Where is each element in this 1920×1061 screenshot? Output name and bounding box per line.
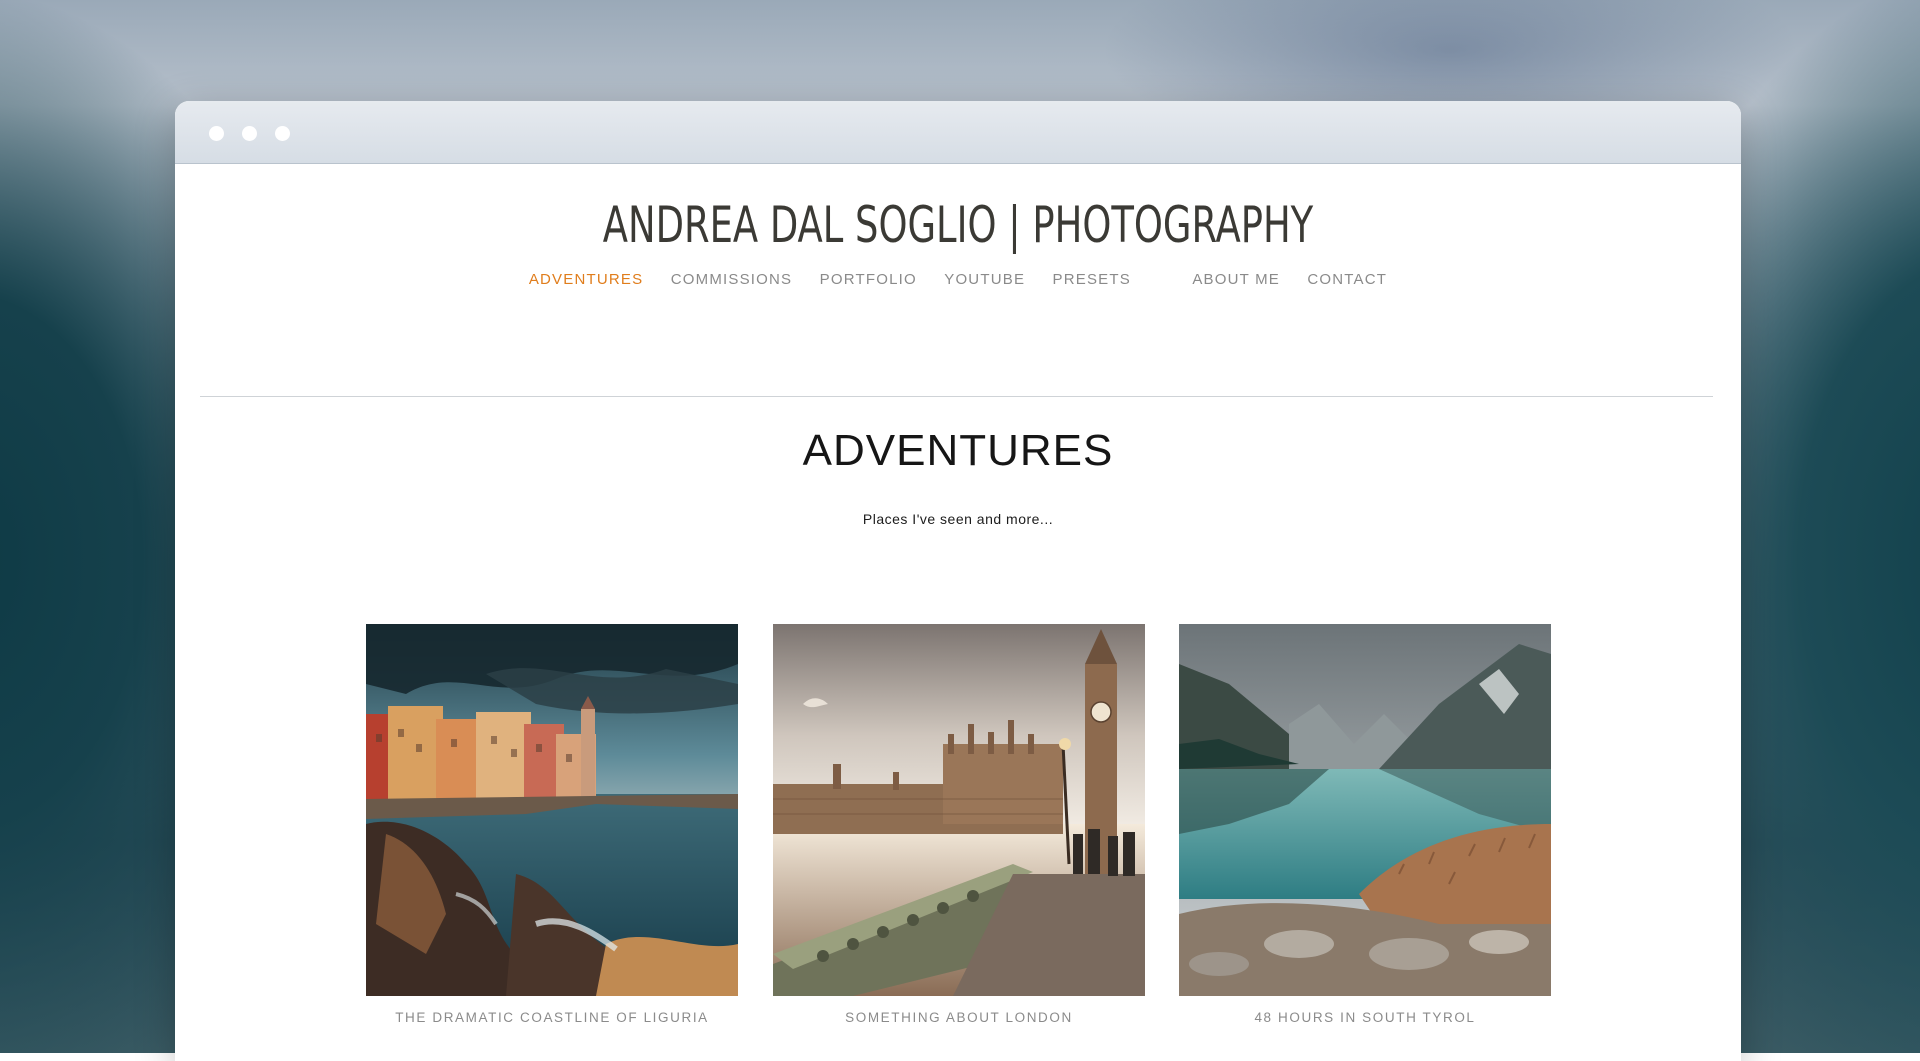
london-big-ben-photo[interactable] <box>773 624 1145 996</box>
nav-item-portfolio[interactable]: PORTFOLIO <box>820 271 917 288</box>
page-subheading: Places I've seen and more... <box>862 511 1054 527</box>
window-dot-close[interactable] <box>209 126 224 141</box>
window-dot-maximize[interactable] <box>275 126 290 141</box>
gallery-caption[interactable]: SOMETHING ABOUT LONDON <box>773 1010 1145 1025</box>
nav-item-commissions[interactable]: COMMISSIONS <box>671 271 793 288</box>
gallery-caption[interactable]: 48 HOURS IN SOUTH TYROL <box>1179 1010 1551 1025</box>
south-tyrol-lake-photo[interactable] <box>1179 624 1551 996</box>
gallery-card-south-tyrol[interactable]: 48 HOURS IN SOUTH TYROL <box>1179 624 1551 1025</box>
browser-window: ANDREA DAL SOGLIO | PHOTOGRAPHY ADVENTUR… <box>175 101 1741 1061</box>
nav-item-contact[interactable]: CONTACT <box>1307 271 1387 288</box>
site-title[interactable]: ANDREA DAL SOGLIO | PHOTOGRAPHY <box>316 196 1600 254</box>
liguria-coast-photo[interactable] <box>366 624 738 996</box>
nav-item-about-me[interactable]: ABOUT ME <box>1192 271 1280 288</box>
browser-titlebar <box>175 101 1741 164</box>
window-dot-minimize[interactable] <box>242 126 257 141</box>
nav-item-presets[interactable]: PRESETS <box>1053 271 1131 288</box>
nav-item-youtube[interactable]: YOUTUBE <box>944 271 1025 288</box>
gallery-card-liguria[interactable]: THE DRAMATIC COASTLINE OF LIGURIA <box>366 624 738 1025</box>
nav-item-adventures[interactable]: ADVENTURES <box>529 271 644 288</box>
page-heading: ADVENTURES <box>802 426 1114 475</box>
main-nav: ADVENTURES COMMISSIONS PORTFOLIO YOUTUBE… <box>175 271 1741 288</box>
gallery-caption[interactable]: THE DRAMATIC COASTLINE OF LIGURIA <box>366 1010 738 1025</box>
header-divider <box>200 396 1713 397</box>
gallery-card-london[interactable]: SOMETHING ABOUT LONDON <box>773 624 1145 1025</box>
